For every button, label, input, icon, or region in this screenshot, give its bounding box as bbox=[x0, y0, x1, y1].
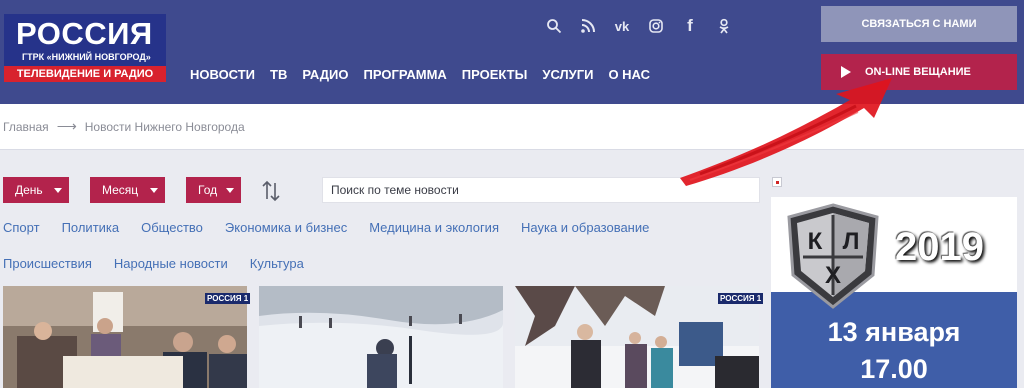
news-thumbnail-2[interactable] bbox=[259, 286, 503, 388]
nav-program[interactable]: ПРОГРАММА bbox=[364, 67, 447, 82]
year-select[interactable]: Год bbox=[186, 177, 241, 203]
khl-logo-icon: К Л Х bbox=[787, 203, 879, 309]
contact-us-button[interactable]: СВЯЗАТЬСЯ С НАМИ bbox=[821, 6, 1017, 42]
khl-banner[interactable]: К Л Х 2019 13 января 17.00 bbox=[771, 197, 1017, 388]
social-icons: vk f bbox=[544, 16, 748, 36]
site-header: РОССИЯ ГТРК «НИЖНИЙ НОВГОРОД» ТЕЛЕВИДЕНИ… bbox=[0, 0, 1024, 104]
day-select-label: День bbox=[15, 183, 43, 197]
category-people-news[interactable]: Народные новости bbox=[114, 256, 228, 274]
search-icon[interactable] bbox=[544, 16, 564, 36]
chevron-down-icon bbox=[226, 188, 234, 193]
year-select-label: Год bbox=[198, 183, 218, 197]
banner-year: 2019 bbox=[895, 225, 984, 269]
category-medicine[interactable]: Медицина и экология bbox=[369, 220, 499, 238]
nav-projects[interactable]: ПРОЕКТЫ bbox=[462, 67, 528, 82]
logo-tagline: ТЕЛЕВИДЕНИЕ И РАДИО bbox=[16, 68, 154, 80]
khl-letter-k: К bbox=[808, 228, 823, 255]
breadcrumb-current: Новости Нижнего Новгорода bbox=[84, 119, 245, 134]
instagram-icon[interactable] bbox=[646, 16, 666, 36]
khl-letter-l: Л bbox=[843, 228, 860, 255]
month-select[interactable]: Месяц bbox=[90, 177, 165, 203]
logo-top: РОССИЯ ГТРК «НИЖНИЙ НОВГОРОД» bbox=[4, 14, 166, 66]
nav-about[interactable]: О НАС bbox=[608, 67, 650, 82]
odnoklassniki-icon[interactable] bbox=[714, 16, 734, 36]
nav-services[interactable]: УСЛУГИ bbox=[542, 67, 593, 82]
banner-time: 17.00 bbox=[860, 354, 928, 384]
logo-tagline-bar: ТЕЛЕВИДЕНИЕ И РАДИО bbox=[4, 66, 166, 82]
rss-icon[interactable] bbox=[578, 16, 598, 36]
category-society[interactable]: Общество bbox=[141, 220, 203, 238]
category-economy[interactable]: Экономика и бизнес bbox=[225, 220, 347, 238]
category-politics[interactable]: Политика bbox=[62, 220, 120, 238]
category-row: Происшествия Народные новости Культура bbox=[3, 256, 723, 274]
logo-title: РОССИЯ bbox=[16, 16, 153, 51]
month-select-label: Месяц bbox=[102, 183, 139, 197]
breadcrumb: Главная ⟶ Новости Нижнего Новгорода bbox=[0, 104, 1024, 150]
news-search-input[interactable]: Поиск по теме новости bbox=[322, 177, 760, 203]
category-culture[interactable]: Культура bbox=[250, 256, 304, 274]
nav-news[interactable]: НОВОСТИ bbox=[190, 67, 255, 82]
arrow-right-icon: ⟶ bbox=[56, 118, 77, 134]
category-science[interactable]: Наука и образование bbox=[521, 220, 649, 238]
channel-badge: РОССИЯ 1 bbox=[205, 293, 251, 304]
logo-subtitle: ГТРК «НИЖНИЙ НОВГОРОД» bbox=[22, 52, 151, 62]
khl-letter-kh: Х bbox=[825, 262, 841, 289]
category-links: Спорт Политика Общество Экономика и бизн… bbox=[3, 220, 723, 292]
chevron-down-icon bbox=[150, 188, 158, 193]
banner-date: 13 января bbox=[827, 317, 961, 347]
flag-icon bbox=[772, 177, 782, 187]
play-icon bbox=[841, 66, 851, 78]
online-broadcast-label: ON-LINE ВЕЩАНИЕ bbox=[865, 66, 971, 78]
category-sport[interactable]: Спорт bbox=[3, 220, 40, 238]
online-broadcast-button[interactable]: ON-LINE ВЕЩАНИЕ bbox=[821, 54, 1017, 90]
facebook-icon[interactable]: f bbox=[680, 16, 700, 36]
nav-radio[interactable]: РАДИО bbox=[302, 67, 348, 82]
category-incidents[interactable]: Происшествия bbox=[3, 256, 92, 274]
breadcrumb-home[interactable]: Главная bbox=[3, 120, 49, 134]
chevron-down-icon bbox=[54, 188, 62, 193]
vk-icon[interactable]: vk bbox=[612, 16, 632, 36]
logo-rossiya[interactable]: РОССИЯ ГТРК «НИЖНИЙ НОВГОРОД» ТЕЛЕВИДЕНИ… bbox=[4, 14, 166, 84]
nav-tv[interactable]: ТВ bbox=[270, 67, 287, 82]
day-select[interactable]: День bbox=[3, 177, 69, 203]
category-row: Спорт Политика Общество Экономика и бизн… bbox=[3, 220, 723, 238]
main-nav: НОВОСТИ ТВ РАДИО ПРОГРАММА ПРОЕКТЫ УСЛУГ… bbox=[190, 67, 665, 82]
sort-icon[interactable] bbox=[261, 180, 281, 202]
channel-badge: РОССИЯ 1 bbox=[718, 293, 764, 304]
